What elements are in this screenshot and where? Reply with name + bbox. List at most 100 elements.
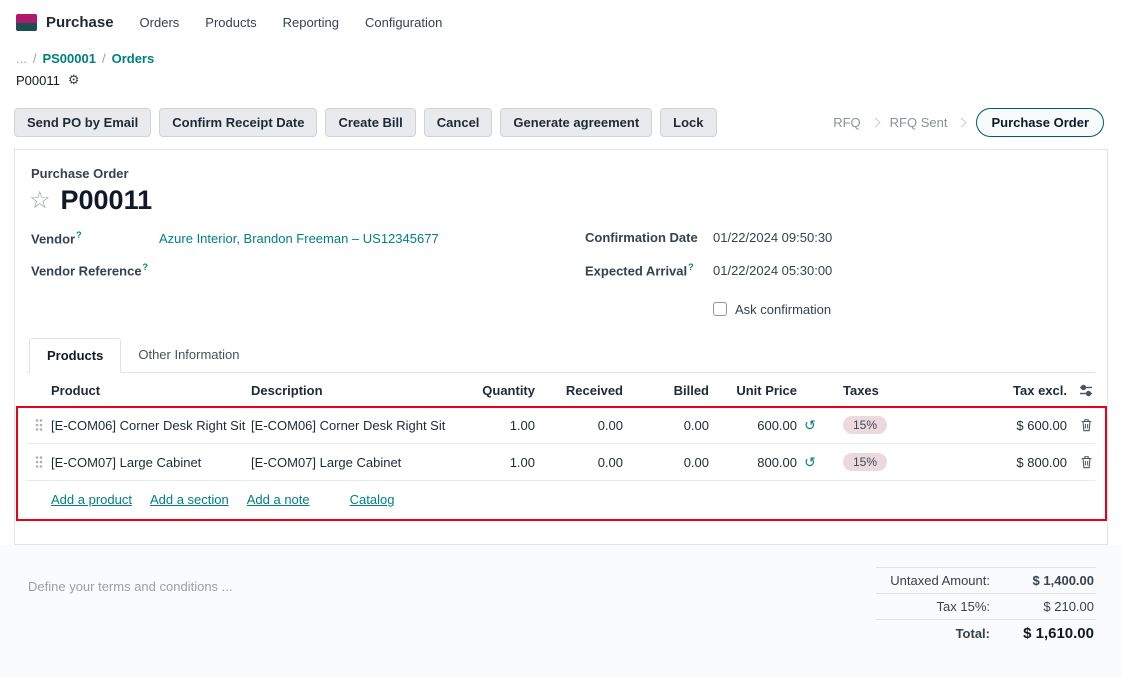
ask-confirmation-label: Ask confirmation [735, 302, 831, 317]
breadcrumb-ellipsis[interactable]: ... [16, 51, 27, 66]
app-name[interactable]: Purchase [46, 14, 114, 31]
cell-product[interactable]: [E-COM06] Corner Desk Right Sit [51, 418, 251, 433]
form-sheet: Purchase Order ☆ P00011 Vendor? Azure In… [14, 149, 1108, 545]
totals-block: Untaxed Amount: $ 1,400.00 Tax 15%: $ 21… [876, 567, 1096, 647]
trash-icon[interactable] [1067, 418, 1095, 432]
vendor-reference-label-text: Vendor Reference [31, 263, 142, 278]
col-taxes: Taxes [823, 383, 935, 398]
field-column-right: Confirmation Date 01/22/2024 09:50:30 Ex… [585, 230, 1095, 324]
col-description: Description [251, 383, 471, 398]
cell-description[interactable]: [E-COM07] Large Cabinet [251, 455, 471, 470]
add-a-product-link[interactable]: Add a product [51, 492, 132, 507]
vendor-label-text: Vendor [31, 231, 75, 246]
catalog-link[interactable]: Catalog [350, 492, 395, 507]
ask-confirmation-checkbox[interactable] [713, 302, 727, 316]
cell-unit-price[interactable]: 800.00 [709, 455, 797, 470]
cell-quantity[interactable]: 1.00 [471, 455, 535, 470]
col-product: Product [51, 383, 251, 398]
status-step-purchase-order[interactable]: Purchase Order [976, 108, 1104, 137]
menu-reporting[interactable]: Reporting [283, 15, 339, 30]
cell-quantity[interactable]: 1.00 [471, 418, 535, 433]
menu-products[interactable]: Products [205, 15, 256, 30]
expected-arrival-field-row: Expected Arrival? 01/22/2024 05:30:00 [585, 262, 1095, 294]
cell-tax-excl: $ 800.00 [935, 455, 1067, 470]
help-question-mark: ? [76, 230, 82, 240]
confirm-receipt-date-button[interactable]: Confirm Receipt Date [159, 108, 317, 137]
help-question-mark: ? [688, 262, 694, 272]
confirmation-date-value[interactable]: 01/22/2024 09:50:30 [713, 230, 832, 245]
cell-description[interactable]: [E-COM06] Corner Desk Right Sit [251, 418, 471, 433]
generate-agreement-button[interactable]: Generate agreement [500, 108, 652, 137]
menu-configuration[interactable]: Configuration [365, 15, 442, 30]
breadcrumb-link-orders[interactable]: Orders [112, 51, 155, 66]
terms-placeholder[interactable]: Define your terms and conditions ... [28, 579, 233, 594]
vendor-reference-label: Vendor Reference? [31, 262, 159, 278]
brand: Purchase [16, 14, 114, 31]
create-bill-button[interactable]: Create Bill [325, 108, 415, 137]
add-a-note-link[interactable]: Add a note [247, 492, 310, 507]
tax-badge[interactable]: 15% [843, 416, 887, 434]
settings-gear-icon[interactable]: ⚙ [68, 72, 80, 88]
drag-handle-icon[interactable] [27, 455, 51, 469]
optional-columns-icon[interactable] [1067, 384, 1095, 397]
tax-label: Tax 15%: [937, 599, 990, 614]
confirmation-date-field-row: Confirmation Date 01/22/2024 09:50:30 [585, 230, 1095, 262]
table-row: [E-COM06] Corner Desk Right Sit [E-COM06… [27, 407, 1095, 444]
total-value: $ 1,610.00 [1000, 625, 1094, 642]
cancel-button[interactable]: Cancel [424, 108, 493, 137]
tax-row: Tax 15%: $ 210.00 [876, 593, 1096, 619]
send-po-by-email-button[interactable]: Send PO by Email [14, 108, 151, 137]
doc-type-label: Purchase Order [27, 166, 1095, 181]
add-a-section-link[interactable]: Add a section [150, 492, 229, 507]
col-quantity: Quantity [471, 383, 535, 398]
page-title[interactable]: P00011 [61, 185, 153, 216]
breadcrumb-link-ps00001[interactable]: PS00001 [42, 51, 96, 66]
ask-confirmation-row: Ask confirmation [585, 294, 1095, 324]
breadcrumb: ... / PS00001 / Orders P00011 ⚙ [0, 44, 1122, 92]
breadcrumb-separator: / [102, 51, 106, 66]
title-row: ☆ P00011 [27, 185, 1095, 216]
cell-received[interactable]: 0.00 [535, 418, 623, 433]
help-question-mark: ? [143, 262, 149, 272]
price-history-icon[interactable]: ↺ [797, 417, 823, 434]
untaxed-amount-label: Untaxed Amount: [890, 573, 990, 588]
cell-unit-price[interactable]: 600.00 [709, 418, 797, 433]
control-panel: Send PO by Email Confirm Receipt Date Cr… [0, 92, 1122, 149]
col-billed: Billed [623, 383, 709, 398]
cell-received[interactable]: 0.00 [535, 455, 623, 470]
price-history-icon[interactable]: ↺ [797, 454, 823, 471]
cell-billed[interactable]: 0.00 [623, 455, 709, 470]
breadcrumb-current-row: P00011 ⚙ [16, 68, 1106, 92]
line-add-links: Add a product Add a section Add a note C… [27, 481, 1095, 520]
tab-products[interactable]: Products [29, 338, 121, 373]
chevron-right-icon [870, 118, 880, 128]
col-received: Received [535, 383, 623, 398]
menu-orders[interactable]: Orders [140, 15, 180, 30]
cell-product[interactable]: [E-COM07] Large Cabinet [51, 455, 251, 470]
tax-value: $ 210.00 [1000, 599, 1094, 614]
lock-button[interactable]: Lock [660, 108, 716, 137]
vendor-field-row: Vendor? Azure Interior, Brandon Freeman … [31, 230, 541, 262]
status-step-rfq[interactable]: RFQ [833, 115, 860, 130]
breadcrumb-separator: / [33, 51, 37, 66]
cell-billed[interactable]: 0.00 [623, 418, 709, 433]
status-step-rfq-sent[interactable]: RFQ Sent [890, 115, 948, 130]
vendor-value-link[interactable]: Azure Interior, Brandon Freeman – US1234… [159, 231, 439, 246]
order-lines-body: [E-COM06] Corner Desk Right Sit [E-COM06… [27, 407, 1095, 520]
tax-badge[interactable]: 15% [843, 453, 887, 471]
trash-icon[interactable] [1067, 455, 1095, 469]
app-logo-icon[interactable] [16, 14, 37, 31]
expected-arrival-value[interactable]: 01/22/2024 05:30:00 [713, 263, 832, 278]
chevron-right-icon [957, 118, 967, 128]
drag-handle-icon[interactable] [27, 418, 51, 432]
cell-tax-excl: $ 600.00 [935, 418, 1067, 433]
expected-arrival-label-text: Expected Arrival [585, 263, 687, 278]
col-tax-excl: Tax excl. [935, 383, 1067, 398]
favorite-star-icon[interactable]: ☆ [29, 189, 51, 213]
field-column-left: Vendor? Azure Interior, Brandon Freeman … [31, 230, 541, 324]
tab-other-information[interactable]: Other Information [121, 338, 256, 372]
untaxed-amount-value: $ 1,400.00 [1000, 573, 1094, 588]
untaxed-amount-row: Untaxed Amount: $ 1,400.00 [876, 567, 1096, 593]
expected-arrival-label: Expected Arrival? [585, 262, 713, 278]
bottom-section: Define your terms and conditions ... Unt… [0, 545, 1122, 677]
